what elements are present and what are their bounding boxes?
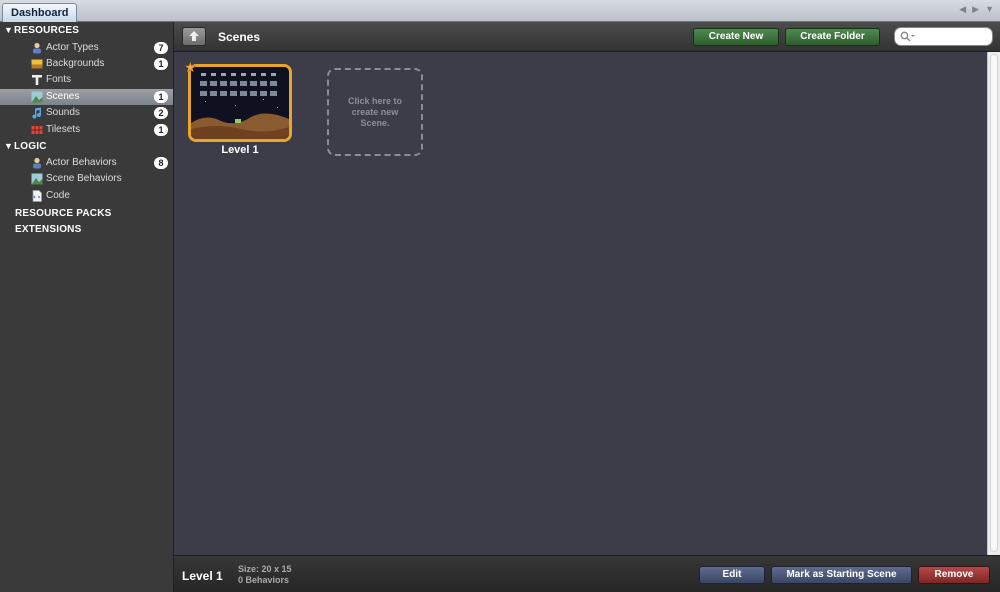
create-new-scene-tile[interactable]: Click here to create new Scene.	[327, 68, 423, 156]
search-icon	[900, 31, 915, 42]
sidebar-item-tilesets[interactable]: Tilesets 1	[0, 122, 173, 138]
remove-button[interactable]: Remove	[918, 566, 990, 584]
sidebar-item-actor-behaviors[interactable]: Actor Behaviors 8	[0, 155, 173, 171]
tab-controls: ◀ ▶ ▼	[959, 4, 994, 15]
sidebar-item-label: Scene Behaviors	[46, 173, 122, 184]
font-icon	[32, 75, 42, 85]
sidebar-item-scenes[interactable]: Scenes 1	[0, 89, 173, 105]
sidebar-item-label: Code	[46, 190, 70, 201]
selected-scene-name: Level 1	[182, 569, 223, 583]
scene-icon	[31, 173, 43, 185]
background-icon	[31, 59, 43, 69]
sidebar: ▼RESOURCES Actor Types 7 Backgrounds 1 F…	[0, 22, 174, 592]
vertical-scrollbar[interactable]	[987, 52, 1000, 555]
count-badge: 1	[154, 58, 168, 70]
music-note-icon	[32, 107, 42, 119]
sidebar-item-label: Backgrounds	[46, 58, 105, 69]
sidebar-item-label: Actor Behaviors	[46, 157, 117, 168]
section-extensions[interactable]: EXTENSIONS	[15, 224, 81, 235]
scene-size: Size: 20 x 15	[238, 564, 292, 574]
sidebar-item-scene-behaviors[interactable]: Scene Behaviors	[0, 171, 173, 187]
sidebar-item-label: Tilesets	[46, 124, 81, 135]
scene-thumbnail[interactable]	[188, 64, 292, 142]
create-new-scene-text: Click here to create new Scene.	[347, 95, 403, 128]
count-badge: 1	[154, 124, 168, 136]
scenes-grid	[174, 52, 987, 555]
tileset-icon	[31, 126, 43, 134]
expand-triangle-icon: ▼	[4, 25, 14, 35]
count-badge: 1	[154, 91, 168, 103]
create-new-button[interactable]: Create New	[693, 28, 779, 46]
tab-dashboard[interactable]: Dashboard	[2, 3, 78, 22]
scene-behaviors-count: 0 Behaviors	[238, 575, 290, 585]
scroll-right-icon[interactable]: ▶	[972, 4, 979, 15]
mark-starting-scene-button[interactable]: Mark as Starting Scene	[771, 566, 912, 584]
code-file-icon	[32, 190, 42, 202]
sidebar-item-actor-types[interactable]: Actor Types 7	[0, 40, 173, 56]
search-input[interactable]	[894, 27, 993, 46]
section-resources[interactable]: ▼RESOURCES	[4, 25, 79, 36]
dropdown-icon[interactable]: ▼	[985, 4, 994, 15]
page-title: Scenes	[218, 30, 261, 44]
sidebar-item-fonts[interactable]: Fonts	[0, 72, 173, 88]
up-arrow-icon	[189, 31, 199, 41]
actor-icon	[33, 157, 41, 169]
section-resource-packs[interactable]: RESOURCE PACKS	[15, 208, 112, 219]
scene-icon	[31, 91, 43, 103]
sidebar-item-label: Sounds	[46, 107, 80, 118]
actor-icon	[33, 42, 41, 54]
scrollbar-track[interactable]	[990, 54, 998, 552]
scenes-header: Scenes Create New Create Folder	[174, 22, 1000, 52]
sidebar-item-code[interactable]: Code	[0, 188, 173, 204]
count-badge: 2	[154, 107, 168, 119]
sidebar-item-label: Fonts	[46, 74, 72, 85]
expand-triangle-icon: ▼	[4, 141, 14, 151]
section-logic[interactable]: ▼LOGIC	[4, 141, 47, 152]
create-folder-button[interactable]: Create Folder	[785, 28, 880, 46]
scene-name-label: Level 1	[221, 144, 259, 156]
sidebar-item-backgrounds[interactable]: Backgrounds 1	[0, 56, 173, 72]
up-folder-button[interactable]	[182, 27, 206, 46]
edit-button[interactable]: Edit	[699, 566, 765, 584]
count-badge: 7	[154, 42, 168, 54]
details-footer: Level 1 Size: 20 x 15 0 Behaviors Edit M…	[174, 555, 1000, 592]
sidebar-item-label: Scenes	[46, 91, 80, 102]
count-badge: 8	[154, 157, 168, 169]
sidebar-item-label: Actor Types	[46, 42, 99, 53]
scroll-left-icon[interactable]: ◀	[959, 4, 966, 15]
scene-preview-image	[191, 67, 289, 139]
scene-info: Size: 20 x 15 0 Behaviors	[238, 564, 292, 586]
tab-bar: Dashboard ◀ ▶ ▼	[0, 0, 1000, 22]
sidebar-item-sounds[interactable]: Sounds 2	[0, 105, 173, 121]
starting-scene-star-icon: ★	[184, 59, 197, 75]
